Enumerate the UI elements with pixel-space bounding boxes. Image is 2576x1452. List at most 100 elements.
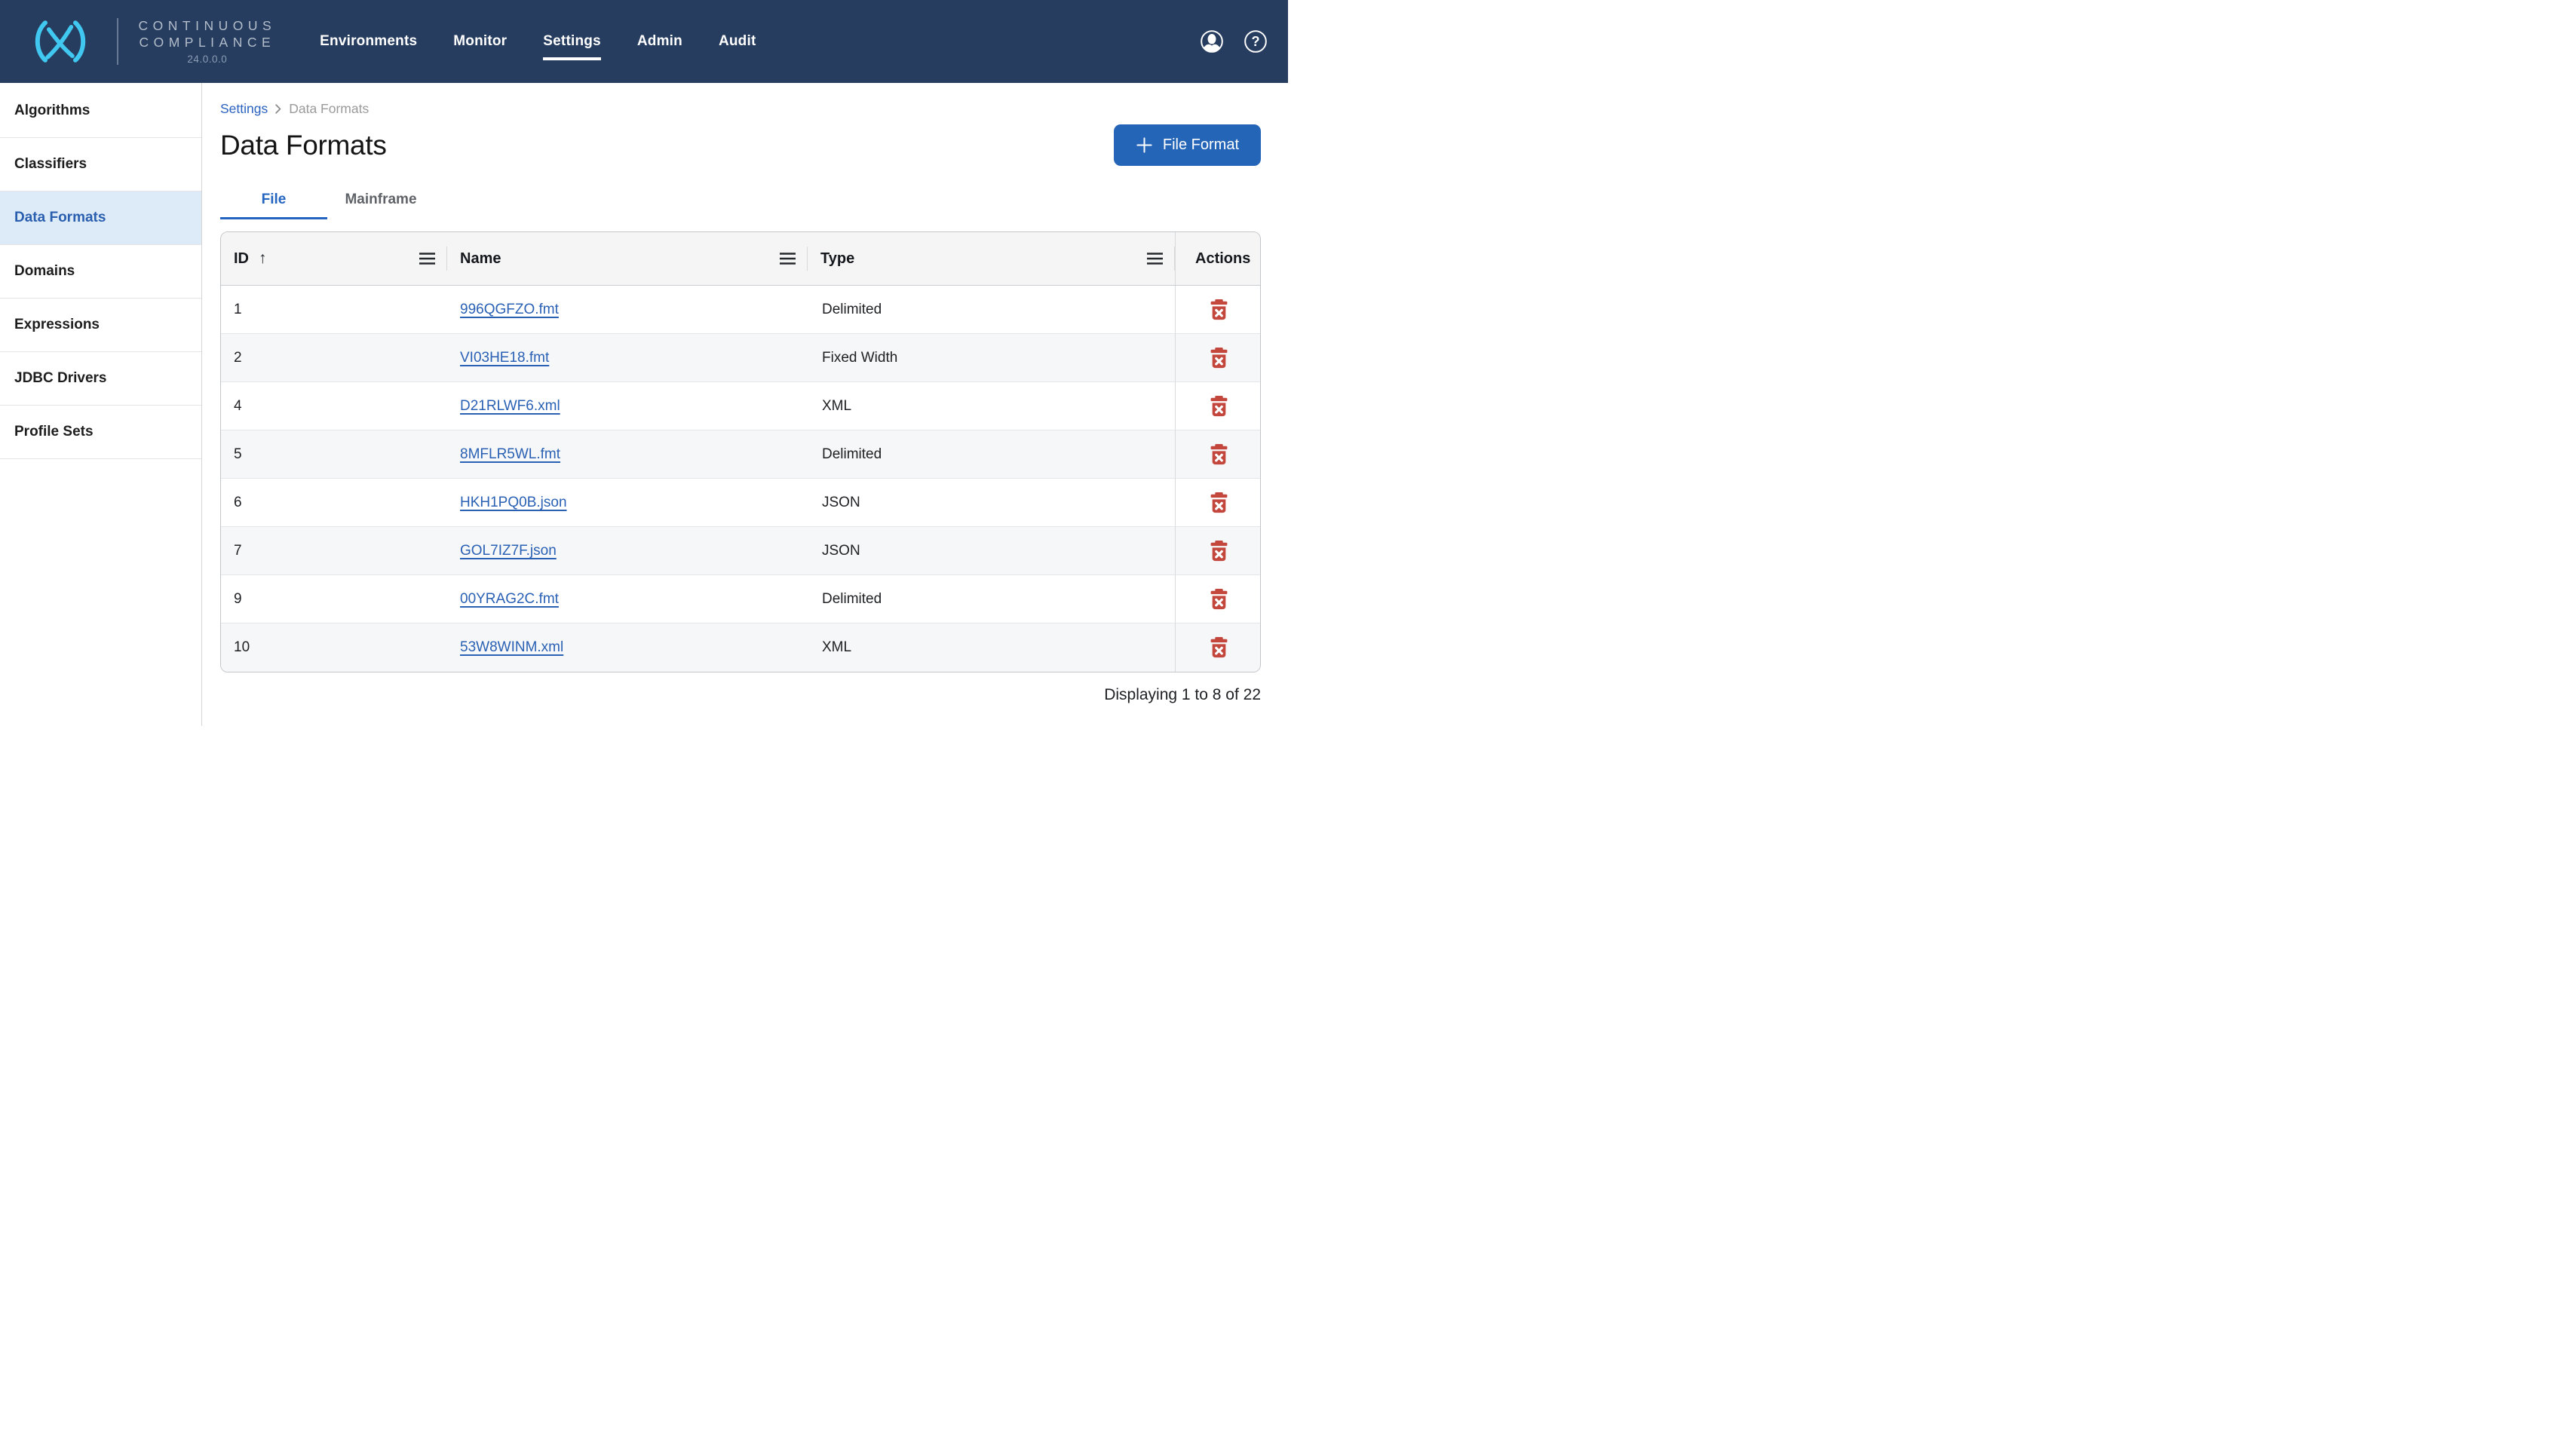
nav-item-settings[interactable]: Settings [543, 29, 601, 54]
row-id: 1 [234, 302, 242, 318]
wordmark-line1: CONTINUOUS [139, 18, 277, 35]
delete-button[interactable] [1207, 586, 1231, 613]
delete-button[interactable] [1207, 489, 1231, 516]
cell-actions [1175, 527, 1261, 574]
column-menu-type-icon[interactable] [1144, 250, 1166, 268]
table-row: 2 VI03HE18.fmt Fixed Width [221, 334, 1260, 382]
tab-mainframe[interactable]: Mainframe [327, 182, 434, 219]
delete-button[interactable] [1207, 296, 1231, 323]
pagination-status: Displaying 1 to 8 of 22 [220, 686, 1261, 704]
trash-icon [1209, 395, 1229, 418]
sidebar-item-expressions[interactable]: Expressions [0, 299, 201, 352]
row-name-link[interactable]: 53W8WINM.xml [460, 639, 563, 656]
delete-button[interactable] [1207, 345, 1231, 372]
user-avatar-icon[interactable] [1200, 29, 1224, 54]
data-formats-table: ID ↑ Name Type [220, 231, 1261, 672]
cell-id: 2 [221, 334, 447, 381]
page-title: Data Formats [220, 130, 387, 161]
cell-type: XML [808, 382, 1175, 430]
wordmark-line2: COMPLIANCE [139, 35, 275, 51]
table-header-row: ID ↑ Name Type [221, 232, 1260, 286]
help-icon[interactable]: ? [1244, 29, 1268, 54]
cell-actions [1175, 479, 1261, 526]
column-menu-name-icon[interactable] [777, 250, 799, 268]
version-label: 24.0.0.0 [187, 54, 227, 65]
delphix-logo-icon [27, 18, 94, 65]
nav-item-admin[interactable]: Admin [637, 29, 682, 54]
row-name-link[interactable]: 00YRAG2C.fmt [460, 591, 559, 608]
cell-name: VI03HE18.fmt [447, 334, 808, 381]
delete-button[interactable] [1207, 393, 1231, 420]
row-name-link[interactable]: VI03HE18.fmt [460, 350, 549, 366]
row-type: Delimited [822, 302, 882, 318]
row-type: XML [822, 639, 851, 656]
app-root: CONTINUOUS COMPLIANCE 24.0.0.0 Environme… [0, 0, 1288, 726]
column-header-actions: Actions [1175, 232, 1261, 285]
nav-item-monitor[interactable]: Monitor [453, 29, 507, 54]
row-id: 2 [234, 350, 242, 366]
column-label-id[interactable]: ID [234, 250, 249, 268]
table-row: 7 GOL7IZ7F.json JSON [221, 527, 1260, 575]
row-type: XML [822, 398, 851, 415]
row-name-link[interactable]: GOL7IZ7F.json [460, 543, 557, 559]
table-row: 1 996QGFZO.fmt Delimited [221, 286, 1260, 334]
row-type: Delimited [822, 591, 882, 608]
column-header-id: ID ↑ [221, 232, 447, 285]
main-content: Settings Data Formats Data Formats File … [202, 83, 1288, 726]
column-label-name[interactable]: Name [460, 250, 501, 268]
row-name-link[interactable]: 996QGFZO.fmt [460, 302, 559, 318]
add-file-format-button[interactable]: File Format [1114, 124, 1261, 166]
trash-icon [1209, 492, 1229, 514]
cell-actions [1175, 623, 1261, 672]
row-id: 6 [234, 495, 242, 511]
nav-item-environments[interactable]: Environments [320, 29, 417, 54]
column-menu-id-icon[interactable] [416, 250, 438, 268]
brand[interactable]: CONTINUOUS COMPLIANCE 24.0.0.0 [27, 18, 276, 65]
cell-type: Fixed Width [808, 334, 1175, 381]
cell-id: 10 [221, 623, 447, 672]
cell-actions [1175, 286, 1261, 333]
cell-name: 53W8WINM.xml [447, 623, 808, 672]
cell-type: JSON [808, 527, 1175, 574]
wordmark: CONTINUOUS COMPLIANCE 24.0.0.0 [139, 18, 277, 65]
breadcrumb-settings-link[interactable]: Settings [220, 101, 268, 117]
trash-icon [1209, 636, 1229, 659]
cell-actions [1175, 575, 1261, 623]
svg-text:?: ? [1251, 34, 1259, 49]
main-nav: Environments Monitor Settings Admin Audit [320, 29, 756, 54]
column-label-actions: Actions [1195, 250, 1250, 268]
sidebar-item-profile-sets[interactable]: Profile Sets [0, 406, 201, 459]
sidebar-item-jdbc-drivers[interactable]: JDBC Drivers [0, 352, 201, 406]
plus-icon [1136, 136, 1153, 154]
table-row: 6 HKH1PQ0B.json JSON [221, 479, 1260, 527]
table-row: 4 D21RLWF6.xml XML [221, 382, 1260, 430]
sidebar-item-classifiers[interactable]: Classifiers [0, 138, 201, 191]
sidebar-item-data-formats[interactable]: Data Formats [0, 191, 201, 245]
sort-ascending-icon[interactable]: ↑ [259, 250, 267, 268]
row-type: JSON [822, 495, 860, 511]
cell-name: 8MFLR5WL.fmt [447, 430, 808, 478]
table-body: 1 996QGFZO.fmt Delimited 2 VI03HE18.fmt … [221, 286, 1260, 672]
row-name-link[interactable]: 8MFLR5WL.fmt [460, 446, 560, 463]
delete-button[interactable] [1207, 634, 1231, 661]
row-name-link[interactable]: D21RLWF6.xml [460, 398, 560, 415]
table-row: 9 00YRAG2C.fmt Delimited [221, 575, 1260, 623]
column-label-type[interactable]: Type [820, 250, 854, 268]
tab-file[interactable]: File [220, 182, 327, 219]
row-name-link[interactable]: HKH1PQ0B.json [460, 495, 567, 511]
cell-name: D21RLWF6.xml [447, 382, 808, 430]
cell-actions [1175, 430, 1261, 478]
chevron-right-icon [275, 104, 281, 114]
cell-actions [1175, 382, 1261, 430]
nav-item-audit[interactable]: Audit [719, 29, 756, 54]
delete-button[interactable] [1207, 441, 1231, 468]
sidebar-item-domains[interactable]: Domains [0, 245, 201, 299]
row-id: 5 [234, 446, 242, 463]
row-id: 7 [234, 543, 242, 559]
trash-icon [1209, 299, 1229, 321]
column-header-name: Name [447, 232, 808, 285]
delete-button[interactable] [1207, 538, 1231, 565]
cell-id: 9 [221, 575, 447, 623]
table-row: 10 53W8WINM.xml XML [221, 623, 1260, 672]
sidebar-item-algorithms[interactable]: Algorithms [0, 84, 201, 138]
